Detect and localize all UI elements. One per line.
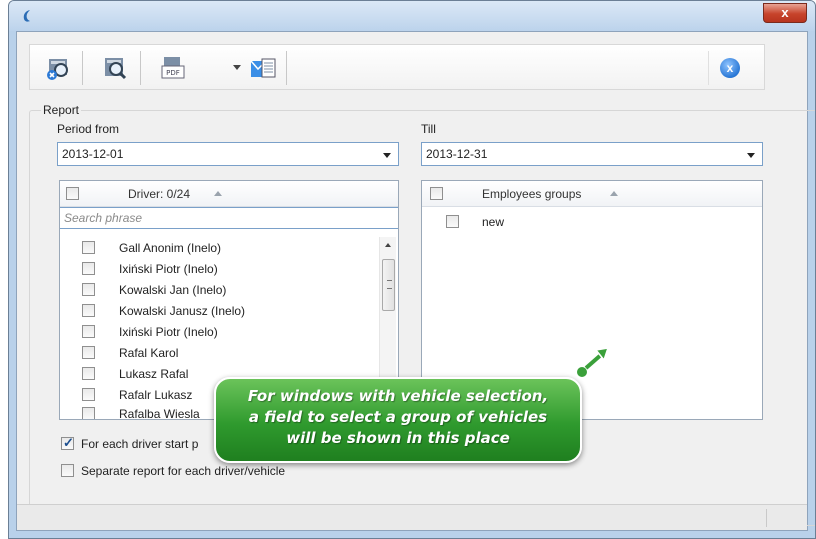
chevron-down-icon[interactable] xyxy=(383,153,391,158)
send-report-icon[interactable] xyxy=(248,53,278,83)
list-item[interactable]: Ixiński Piotr (Inelo) xyxy=(82,260,372,278)
list-item[interactable]: Gall Anonim (Inelo) xyxy=(82,239,372,257)
scroll-up-icon[interactable] xyxy=(385,243,391,247)
toolbar: PDF x xyxy=(29,44,765,90)
sort-ascending-icon[interactable] xyxy=(610,191,618,196)
callout-line-3: will be shown in this place xyxy=(286,429,510,447)
list-item[interactable]: Ixiński Piotr (Inelo) xyxy=(82,323,372,341)
period-from-label: Period from xyxy=(57,122,120,136)
driver-checkbox[interactable] xyxy=(82,367,95,380)
window-close-button[interactable]: x xyxy=(763,3,807,23)
select-all-groups-checkbox[interactable] xyxy=(430,187,443,200)
scrollbar-thumb[interactable] xyxy=(382,259,395,311)
close-report-button[interactable]: x xyxy=(720,58,740,78)
driver-header-label: Driver: 0/24 xyxy=(128,187,191,201)
driver-checkbox[interactable] xyxy=(82,304,95,317)
group-checkbox[interactable] xyxy=(446,215,459,228)
driver-checkbox[interactable] xyxy=(82,388,95,401)
till-value: 2013-12-31 xyxy=(426,147,488,161)
report-group-caption: Report xyxy=(41,103,82,117)
period-from-select[interactable]: 2013-12-01 xyxy=(57,142,399,166)
callout-line-2: a field to select a group of vehicles xyxy=(248,408,548,426)
groups-list-header[interactable]: Employees groups xyxy=(422,181,762,207)
driver-checkbox[interactable] xyxy=(82,346,95,359)
driver-checkbox[interactable] xyxy=(82,325,95,338)
driver-checkbox[interactable] xyxy=(82,262,95,275)
report-preview-icon[interactable] xyxy=(100,53,130,83)
separate-report-checkbox[interactable] xyxy=(61,464,74,477)
driver-search-input[interactable]: Search phrase xyxy=(60,207,398,229)
list-item[interactable]: Kowalski Janusz (Inelo) xyxy=(82,302,372,320)
list-item[interactable]: Rafal Karol xyxy=(82,344,372,362)
each-driver-label: For each driver start p xyxy=(81,437,199,451)
period-from-value: 2013-12-01 xyxy=(62,147,124,161)
callout-line-1: For windows with vehicle selection, xyxy=(247,387,549,405)
each-driver-checkbox[interactable] xyxy=(61,435,74,451)
driver-checkbox[interactable] xyxy=(82,283,95,296)
driver-list-header[interactable]: Driver: 0/24 xyxy=(60,181,398,207)
report-delete-icon[interactable] xyxy=(44,53,74,83)
list-item[interactable]: Kowalski Jan (Inelo) xyxy=(82,281,372,299)
separate-report-label: Separate report for each driver/vehicle xyxy=(81,464,286,478)
title-bar[interactable]: x xyxy=(9,1,815,31)
till-label: Till xyxy=(421,122,436,136)
groups-header-label: Employees groups xyxy=(482,187,582,201)
pdf-export-icon[interactable]: PDF xyxy=(158,53,188,83)
info-callout: For windows with vehicle selection, a fi… xyxy=(214,377,582,463)
chevron-down-icon[interactable] xyxy=(747,153,755,158)
callout-pointer-icon xyxy=(575,347,610,379)
sort-ascending-icon[interactable] xyxy=(214,191,222,196)
select-all-drivers-checkbox[interactable] xyxy=(66,187,79,200)
export-dropdown-arrow-icon[interactable] xyxy=(233,65,241,70)
till-select[interactable]: 2013-12-31 xyxy=(421,142,763,166)
status-bar xyxy=(17,504,807,530)
svg-text:PDF: PDF xyxy=(166,69,180,77)
list-item[interactable]: new xyxy=(446,213,646,231)
driver-checkbox[interactable] xyxy=(82,241,95,254)
app-logo-icon xyxy=(23,10,30,22)
driver-checkbox[interactable] xyxy=(82,407,95,419)
